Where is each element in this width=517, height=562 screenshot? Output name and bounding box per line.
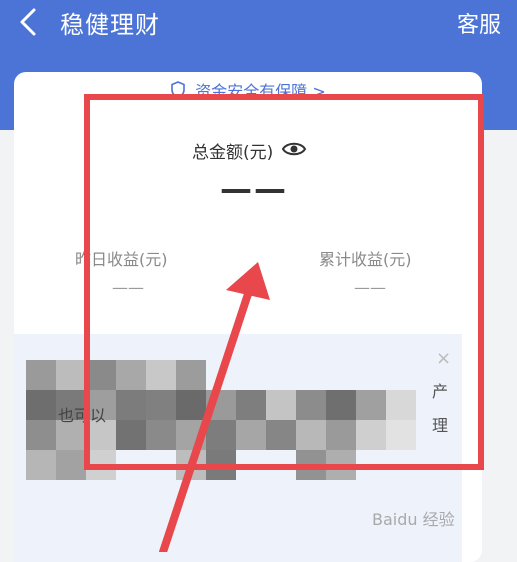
- watermark: Baidu 经验: [372, 510, 455, 529]
- red-arrow-icon: [159, 262, 270, 552]
